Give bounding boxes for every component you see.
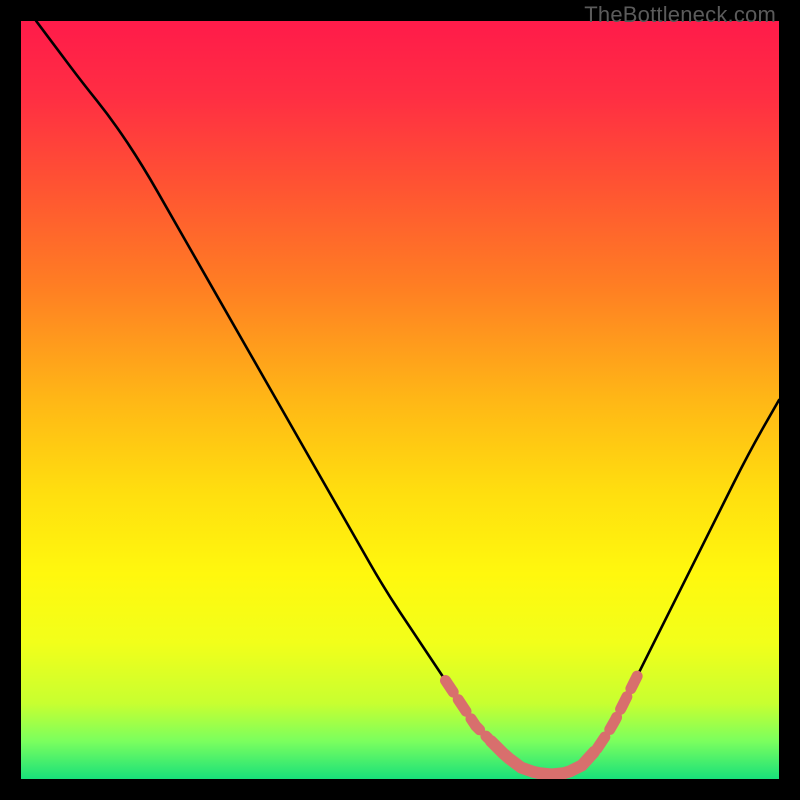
chart-frame xyxy=(21,21,779,779)
bottleneck-chart xyxy=(21,21,779,779)
gradient-background xyxy=(21,21,779,779)
watermark-text: TheBottleneck.com xyxy=(584,2,776,28)
